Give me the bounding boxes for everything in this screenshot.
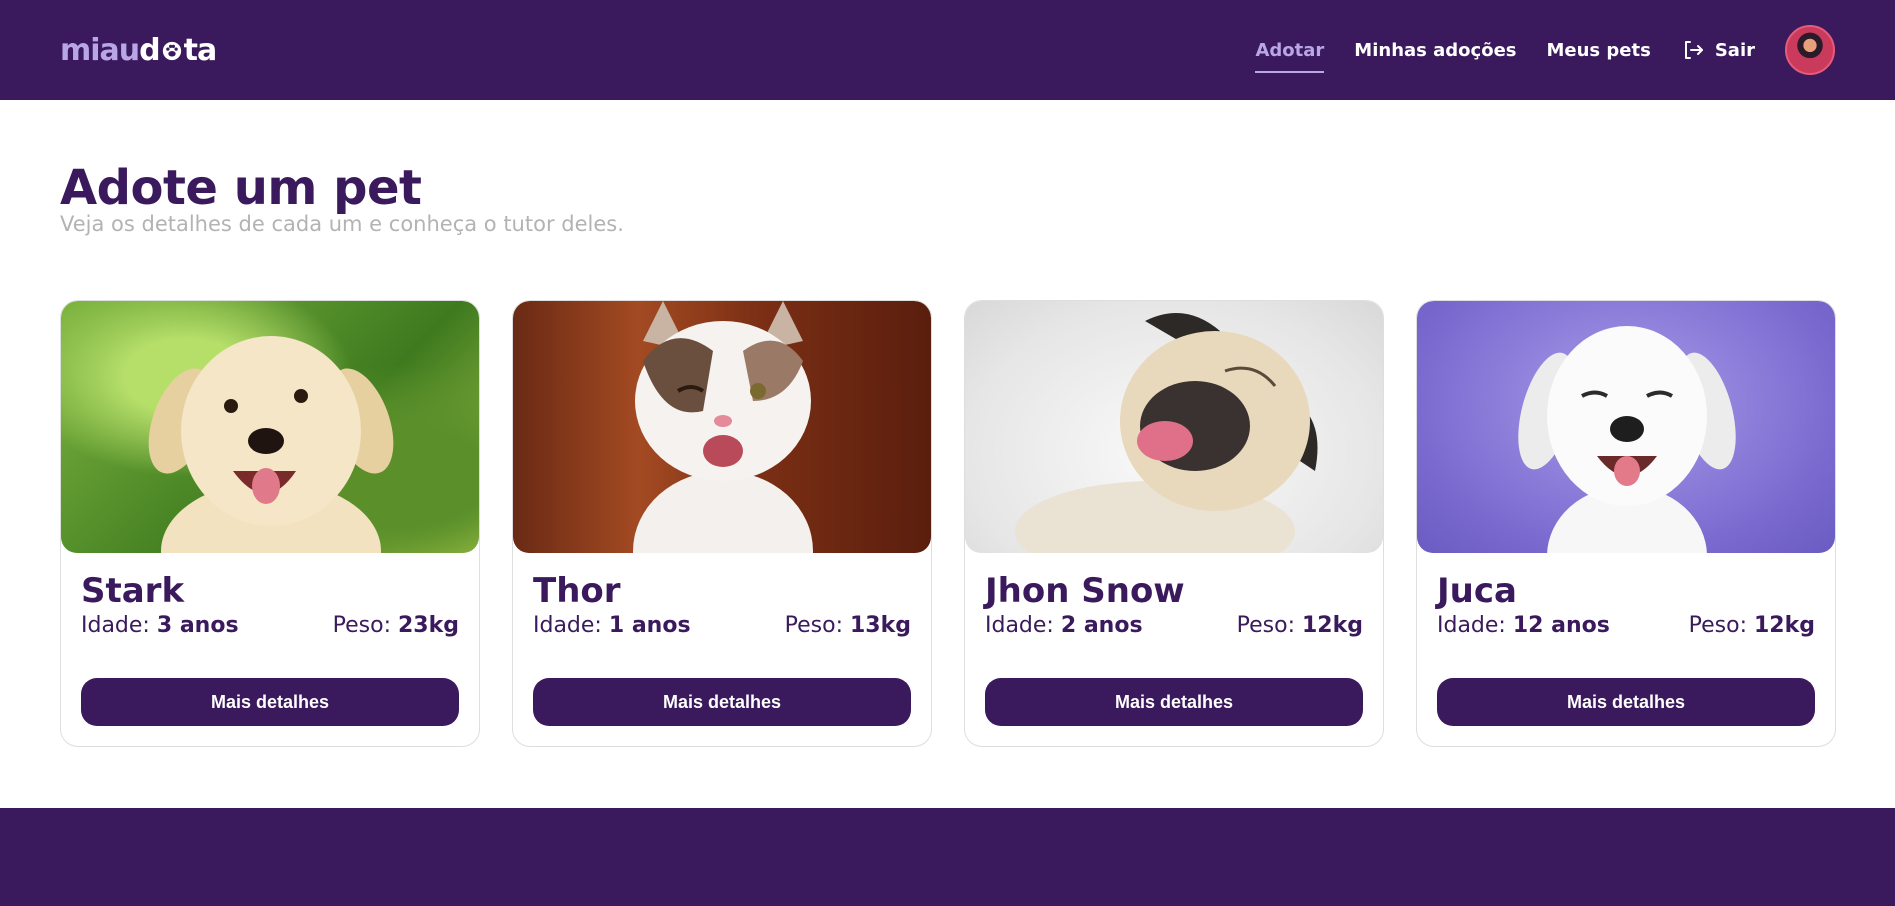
- paw-icon: [162, 41, 181, 60]
- pet-weight: Peso: 12kg: [1689, 613, 1815, 638]
- pet-card-body: Stark Idade: 3 anos Peso: 23kg: [61, 553, 479, 638]
- footer: [0, 808, 1895, 906]
- weight-value: 12kg: [1302, 613, 1363, 638]
- pet-card: Juca Idade: 12 anos Peso: 12kg Mais deta…: [1416, 300, 1836, 747]
- pet-card-list: Stark Idade: 3 anos Peso: 23kg Mais deta…: [60, 300, 1836, 747]
- pet-card: Stark Idade: 3 anos Peso: 23kg Mais deta…: [60, 300, 480, 747]
- pet-age: Idade: 3 anos: [81, 613, 239, 638]
- pet-card-body: Thor Idade: 1 anos Peso: 13kg: [513, 553, 931, 638]
- pet-name: Jhon Snow: [985, 571, 1185, 611]
- user-avatar[interactable]: [1785, 25, 1835, 75]
- weight-label: Peso:: [1236, 613, 1295, 638]
- main-nav: Adotar Minhas adoções Meus pets Sair: [1225, 0, 1835, 100]
- pet-weight: Peso: 13kg: [785, 613, 911, 638]
- more-details-button[interactable]: Mais detalhes: [985, 678, 1363, 726]
- logout-label: Sair: [1714, 39, 1755, 61]
- pet-card: Thor Idade: 1 anos Peso: 13kg Mais detal…: [512, 300, 932, 747]
- nav-adotar[interactable]: Adotar: [1255, 40, 1324, 73]
- nav-meus-pets[interactable]: Meus pets: [1547, 40, 1651, 61]
- age-label: Idade:: [985, 613, 1054, 638]
- pug-illustration: [1015, 313, 1318, 553]
- pet-photo-pug: [965, 301, 1383, 553]
- page-title: Adote um pet: [60, 160, 422, 216]
- logo-text-dota: d ta: [139, 33, 218, 68]
- logo-text-do: d: [139, 33, 161, 68]
- logo-text-ta: ta: [183, 33, 218, 68]
- labrador-puppy-illustration: [148, 336, 394, 553]
- pet-photo-cat: [513, 301, 931, 553]
- pet-name: Juca: [1437, 571, 1517, 611]
- pet-name: Stark: [81, 571, 185, 611]
- page-subtitle: Veja os detalhes de cada um e conheça o …: [60, 212, 624, 236]
- pet-weight: Peso: 23kg: [333, 613, 459, 638]
- weight-label: Peso:: [332, 613, 391, 638]
- pet-photo-labrador: [61, 301, 479, 553]
- pet-card-body: Juca Idade: 12 anos Peso: 12kg: [1417, 553, 1835, 638]
- pet-age: Idade: 1 anos: [533, 613, 691, 638]
- age-label: Idade:: [533, 613, 602, 638]
- age-label: Idade:: [1437, 613, 1506, 638]
- weight-label: Peso:: [1688, 613, 1747, 638]
- more-details-button[interactable]: Mais detalhes: [81, 678, 459, 726]
- nav-minhas-adocoes[interactable]: Minhas adoções: [1354, 40, 1516, 61]
- top-navbar: miau d ta Adotar Minhas adoções Meus pet…: [0, 0, 1895, 100]
- weight-label: Peso:: [784, 613, 843, 638]
- pet-info: Idade: 3 anos Peso: 23kg: [81, 613, 459, 638]
- pet-age: Idade: 12 anos: [1437, 613, 1610, 638]
- pet-info: Idade: 1 anos Peso: 13kg: [533, 613, 911, 638]
- logo-text-miau: miau: [60, 33, 140, 68]
- logout-button[interactable]: Sair: [1681, 38, 1755, 62]
- pet-name: Thor: [533, 571, 621, 611]
- calico-cat-illustration: [633, 301, 813, 553]
- age-value: 1 anos: [608, 613, 691, 638]
- weight-value: 23kg: [398, 613, 459, 638]
- pet-photo-white-dog: [1417, 301, 1835, 553]
- age-label: Idade:: [81, 613, 150, 638]
- pet-weight: Peso: 12kg: [1237, 613, 1363, 638]
- weight-value: 13kg: [850, 613, 911, 638]
- white-dog-illustration: [1518, 326, 1736, 553]
- age-value: 3 anos: [156, 613, 239, 638]
- logout-icon: [1684, 41, 1703, 59]
- pet-card-body: Jhon Snow Idade: 2 anos Peso: 12kg: [965, 553, 1383, 638]
- pet-info: Idade: 2 anos Peso: 12kg: [985, 613, 1363, 638]
- logo[interactable]: miau d ta: [60, 33, 218, 68]
- age-value: 12 anos: [1512, 613, 1610, 638]
- more-details-button[interactable]: Mais detalhes: [1437, 678, 1815, 726]
- pet-age: Idade: 2 anos: [985, 613, 1143, 638]
- pet-card: Jhon Snow Idade: 2 anos Peso: 12kg Mais …: [964, 300, 1384, 747]
- pet-info: Idade: 12 anos Peso: 12kg: [1437, 613, 1815, 638]
- more-details-button[interactable]: Mais detalhes: [533, 678, 911, 726]
- age-value: 2 anos: [1060, 613, 1143, 638]
- weight-value: 12kg: [1754, 613, 1815, 638]
